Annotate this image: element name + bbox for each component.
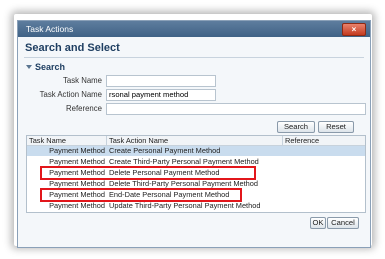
highlight-box-end-date — [40, 188, 242, 202]
table-header: Task Name Task Action Name Reference — [27, 136, 365, 146]
search-button[interactable]: Search — [277, 121, 315, 133]
task-action-name-cell: Update Third-Party Personal Payment Meth… — [109, 201, 261, 210]
table-row[interactable]: Payment Method Update Third-Party Person… — [27, 201, 365, 211]
reference-label: Reference — [66, 104, 102, 113]
column-header-task-action-name[interactable]: Task Action Name — [107, 136, 283, 145]
task-action-name-label: Task Action Name — [39, 90, 102, 99]
collapse-triangle-icon — [26, 65, 32, 69]
table-row[interactable]: Payment Method Create Personal Payment M… — [27, 146, 365, 156]
dialog-heading: Search and Select — [25, 42, 120, 54]
divider — [24, 57, 364, 58]
task-action-name-input[interactable]: rsonal payment method — [106, 89, 216, 101]
search-section-label: Search — [35, 62, 66, 72]
task-action-name-cell: Create Personal Payment Method — [109, 146, 221, 155]
reference-cell — [285, 201, 365, 211]
task-name-cell: Payment Method — [49, 201, 105, 210]
reference-cell — [285, 146, 365, 156]
ok-button[interactable]: OK — [310, 217, 326, 229]
reference-cell — [285, 168, 365, 178]
reference-input[interactable] — [106, 103, 366, 115]
reset-button[interactable]: Reset — [318, 121, 354, 133]
reference-cell — [285, 157, 365, 167]
reference-cell — [285, 179, 365, 189]
task-actions-dialog: Task Actions × Search and Select Search … — [17, 20, 371, 248]
task-name-cell: Payment Method — [49, 146, 105, 155]
highlight-box-delete — [40, 166, 256, 180]
title-bar[interactable]: Task Actions × — [18, 21, 370, 37]
close-icon: × — [351, 25, 357, 34]
cancel-button[interactable]: Cancel — [327, 217, 359, 229]
results-table: Task Name Task Action Name Reference Pay… — [26, 135, 366, 213]
window-title: Task Actions — [26, 24, 74, 34]
task-name-input[interactable] — [106, 75, 216, 87]
search-section-toggle[interactable]: Search — [26, 62, 65, 72]
task-name-label: Task Name — [63, 76, 102, 85]
column-header-reference[interactable]: Reference — [283, 136, 365, 145]
close-button[interactable]: × — [342, 23, 366, 36]
column-header-task-name[interactable]: Task Name — [27, 136, 107, 145]
reference-cell — [285, 190, 365, 200]
